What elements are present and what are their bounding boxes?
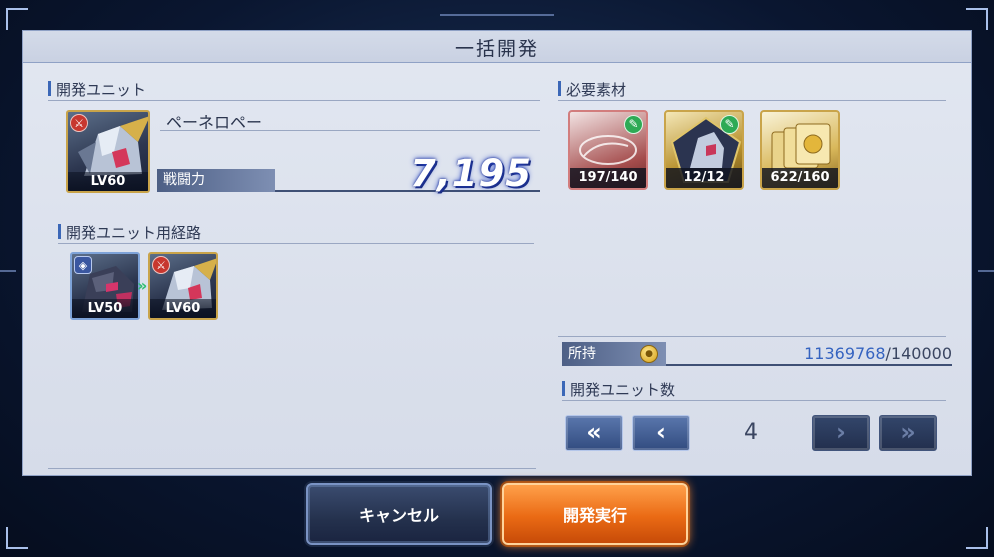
frame-corner-bl — [6, 527, 28, 549]
name-underline — [160, 130, 540, 131]
route-unit-level: LV60 — [150, 299, 216, 318]
section-divider — [558, 100, 946, 101]
owned-amount: 11369768/140000 — [700, 344, 952, 363]
material-item-2[interactable]: ✎ 12/12 — [664, 110, 744, 190]
decrease-button[interactable]: ‹ — [632, 415, 690, 451]
coin-icon: ● — [640, 345, 658, 363]
cancel-button[interactable]: キャンセル — [306, 483, 492, 545]
material-item-3[interactable]: 622/160 — [760, 110, 840, 190]
frame-tick-top — [440, 14, 554, 16]
material-count: 12/12 — [666, 168, 742, 188]
increase-button[interactable]: › — [812, 415, 870, 451]
material-item-1[interactable]: ✎ 197/140 — [568, 110, 648, 190]
section-divider — [558, 336, 946, 337]
section-divider — [48, 100, 540, 101]
owned-required: /140000 — [885, 344, 952, 363]
frame-tick-left — [0, 270, 16, 272]
dev-unit-card[interactable]: ⚔ LV60 — [66, 110, 150, 193]
material-count: 622/160 — [762, 168, 838, 188]
route-unit-level: LV50 — [72, 299, 138, 318]
section-divider — [562, 400, 946, 401]
materials-section-title: 必要素材 — [558, 79, 626, 100]
route-section-title: 開発ユニット用経路 — [58, 222, 201, 243]
frame-corner-br — [966, 527, 988, 549]
frame-corner-tl — [6, 8, 28, 30]
owned-current: 11369768 — [804, 344, 886, 363]
wrench-icon: ✎ — [624, 115, 643, 134]
frame-tick-right — [978, 270, 994, 272]
section-divider — [58, 243, 534, 244]
attack-badge-icon: ⚔ — [152, 256, 170, 274]
frame-corner-tr — [966, 8, 988, 30]
combat-power-label: 戦闘力 — [157, 169, 275, 192]
panel-header: 一括開発 — [23, 31, 971, 63]
dev-count-value: 4 — [744, 420, 758, 445]
shield-badge-icon: ◈ — [74, 256, 92, 274]
wrench-icon: ✎ — [720, 115, 739, 134]
execute-development-button[interactable]: 開発実行 — [502, 483, 688, 545]
route-unit-card-1[interactable]: ◈ LV50 — [70, 252, 140, 320]
dev-unit-section-title: 開発ユニット — [48, 79, 146, 100]
decrease-max-button[interactable]: « — [565, 415, 623, 451]
route-unit-card-2[interactable]: ⚔ LV60 — [148, 252, 218, 320]
dev-count-section-title: 開発ユニット数 — [562, 379, 675, 400]
combat-power-value: 7,195 — [409, 152, 532, 195]
left-bottom-divider — [48, 468, 536, 469]
page-title: 一括開発 — [454, 38, 539, 60]
material-count: 197/140 — [570, 168, 646, 188]
attack-badge-icon: ⚔ — [70, 114, 88, 132]
unit-level: LV60 — [68, 172, 148, 191]
route-arrow-icon: » — [137, 276, 148, 295]
increase-max-button[interactable]: » — [879, 415, 937, 451]
